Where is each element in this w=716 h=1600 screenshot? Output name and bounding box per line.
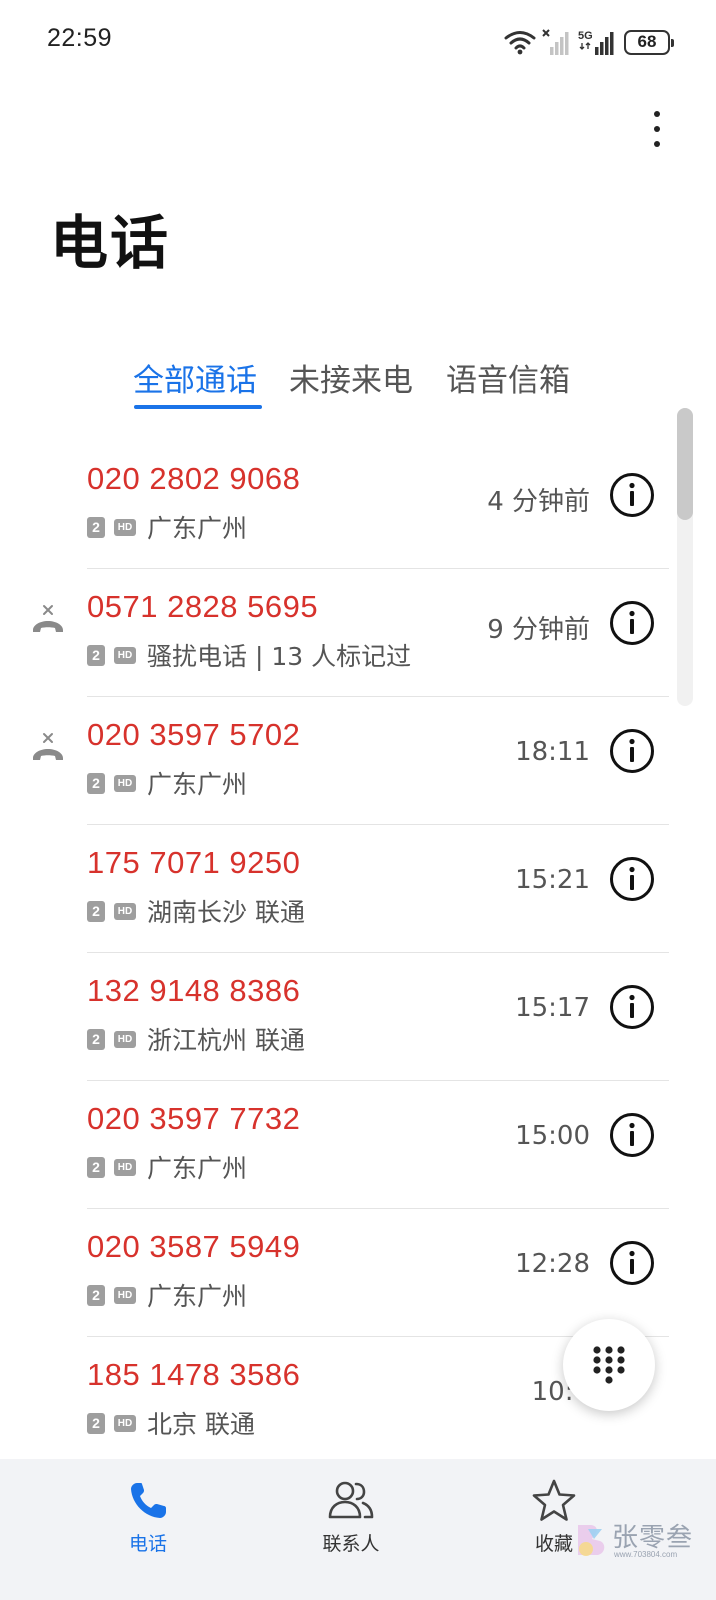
sim-badge: 2	[87, 516, 105, 538]
more-options-button[interactable]	[632, 104, 682, 154]
call-number: 185 1478 3586	[87, 1357, 301, 1392]
sim-badge: 2	[87, 644, 105, 666]
call-meta: 2 HD 湖南长沙 联通	[87, 895, 305, 927]
signal-sim1-icon	[542, 29, 569, 55]
contacts-icon	[328, 1481, 374, 1519]
call-info-button[interactable]	[609, 472, 655, 518]
call-meta: 2 HD 广东广州	[87, 1279, 247, 1311]
call-meta: 2 HD 浙江杭州 联通	[87, 1023, 305, 1055]
page-title: 电话	[50, 209, 171, 277]
tab-voicemail[interactable]: 语音信箱	[446, 355, 570, 400]
call-location: 广东广州	[147, 1282, 248, 1311]
nav-phone[interactable]: 电话	[88, 1477, 208, 1556]
call-info-button[interactable]	[609, 856, 655, 902]
call-meta: 2 HD 广东广州	[87, 1151, 247, 1183]
call-time: 18:11	[515, 737, 590, 767]
call-log-tabs: 全部通话 未接来电 语音信箱	[0, 355, 716, 415]
call-list: 020 2802 9068 2 HD 广东广州 4 分钟前 0571 2828 5695 2…	[0, 441, 716, 1465]
hd-badge: HD	[114, 1414, 136, 1432]
more-dot-icon	[654, 141, 660, 147]
call-meta: 2 HD 广东广州	[87, 511, 247, 543]
hd-badge: HD	[114, 518, 136, 536]
hd-badge: HD	[114, 1286, 136, 1304]
call-meta: 2 HD 骚扰电话 | 13 人标记过	[87, 639, 411, 671]
battery-indicator: 68	[624, 29, 674, 55]
call-time: 9 分钟前	[487, 615, 590, 645]
call-location: 骚扰电话 | 13 人标记过	[147, 642, 412, 671]
call-log-row[interactable]: 020 3597 7732 2 HD 广东广州 15:00	[0, 1081, 716, 1209]
missed-call-icon	[33, 733, 63, 760]
dialpad-icon	[593, 1346, 625, 1384]
call-time: 12:28	[515, 1249, 590, 1279]
sim-badge: 2	[87, 1156, 105, 1178]
status-time: 22:59	[47, 24, 113, 52]
tab-missed-calls[interactable]: 未接来电	[289, 355, 413, 400]
call-log-row[interactable]: 132 9148 8386 2 HD 浙江杭州 联通 15:17	[0, 953, 716, 1081]
call-time: 15:00	[515, 1121, 590, 1151]
call-meta: 2 HD 北京 联通	[87, 1407, 255, 1439]
call-log-row[interactable]: 020 3587 5949 2 HD 广东广州 12:28	[0, 1209, 716, 1337]
call-info-button[interactable]	[609, 600, 655, 646]
call-log-row[interactable]: 175 7071 9250 2 HD 湖南长沙 联通 15:21	[0, 825, 716, 953]
call-log-row[interactable]: 020 3597 5702 2 HD 广东广州 18:11	[0, 697, 716, 825]
status-icons: 5G 68	[504, 26, 674, 58]
call-time: 15:17	[515, 993, 590, 1023]
hd-badge: HD	[114, 774, 136, 792]
sim-badge: 2	[87, 1284, 105, 1306]
sim-badge: 2	[87, 1412, 105, 1434]
call-info-button[interactable]	[609, 728, 655, 774]
phone-icon	[131, 1483, 166, 1518]
call-number: 020 3587 5949	[87, 1229, 301, 1264]
dialpad-button[interactable]	[563, 1319, 655, 1411]
call-info-button[interactable]	[609, 1112, 655, 1158]
call-number: 020 3597 5702	[87, 717, 301, 752]
call-number: 0571 2828 5695	[87, 589, 319, 624]
hd-badge: HD	[114, 646, 136, 664]
active-tab-indicator	[134, 405, 262, 409]
hd-badge: HD	[114, 1030, 136, 1048]
hd-badge: HD	[114, 1158, 136, 1176]
call-meta: 2 HD 广东广州	[87, 767, 247, 799]
signal-5g-icon: 5G	[578, 30, 614, 55]
svg-text:5G: 5G	[578, 30, 593, 42]
tab-all-calls[interactable]: 全部通话	[133, 355, 257, 400]
battery-level: 68	[637, 32, 657, 51]
call-info-button[interactable]	[609, 1240, 655, 1286]
hd-badge: HD	[114, 902, 136, 920]
call-time: 4 分钟前	[487, 487, 590, 517]
call-number: 132 9148 8386	[87, 973, 301, 1008]
call-location: 广东广州	[147, 1154, 248, 1183]
status-bar: 22:59 5G 68	[0, 0, 716, 84]
call-log-row[interactable]: 0571 2828 5695 2 HD 骚扰电话 | 13 人标记过 9 分钟前	[0, 569, 716, 697]
call-number: 175 7071 9250	[87, 845, 301, 880]
watermark-logo-icon	[578, 1525, 605, 1556]
wifi-icon	[504, 31, 536, 55]
call-location: 广东广州	[147, 770, 248, 799]
watermark-text: 张零叁	[612, 1523, 694, 1553]
watermark-url: www.703804.com	[614, 1550, 678, 1559]
call-log-row[interactable]: 020 2802 9068 2 HD 广东广州 4 分钟前	[0, 441, 716, 569]
sim-badge: 2	[87, 900, 105, 922]
nav-label: 联系人	[322, 1533, 380, 1555]
call-location: 浙江杭州 联通	[147, 1026, 305, 1055]
call-location: 北京 联通	[147, 1410, 255, 1439]
sim-badge: 2	[87, 772, 105, 794]
nav-label: 电话	[128, 1533, 167, 1555]
call-info-button[interactable]	[609, 984, 655, 1030]
more-dot-icon	[654, 111, 660, 117]
call-number: 020 2802 9068	[87, 461, 301, 496]
sim-badge: 2	[87, 1028, 105, 1050]
more-dot-icon	[654, 126, 660, 132]
nav-contacts[interactable]: 联系人	[291, 1477, 411, 1556]
call-location: 广东广州	[147, 514, 248, 543]
missed-call-icon	[33, 605, 63, 632]
call-time: 15:21	[515, 865, 590, 895]
call-number: 020 3597 7732	[87, 1101, 301, 1136]
site-watermark: 张零叁 www.703804.com	[560, 1517, 710, 1565]
call-location: 湖南长沙 联通	[147, 898, 305, 927]
